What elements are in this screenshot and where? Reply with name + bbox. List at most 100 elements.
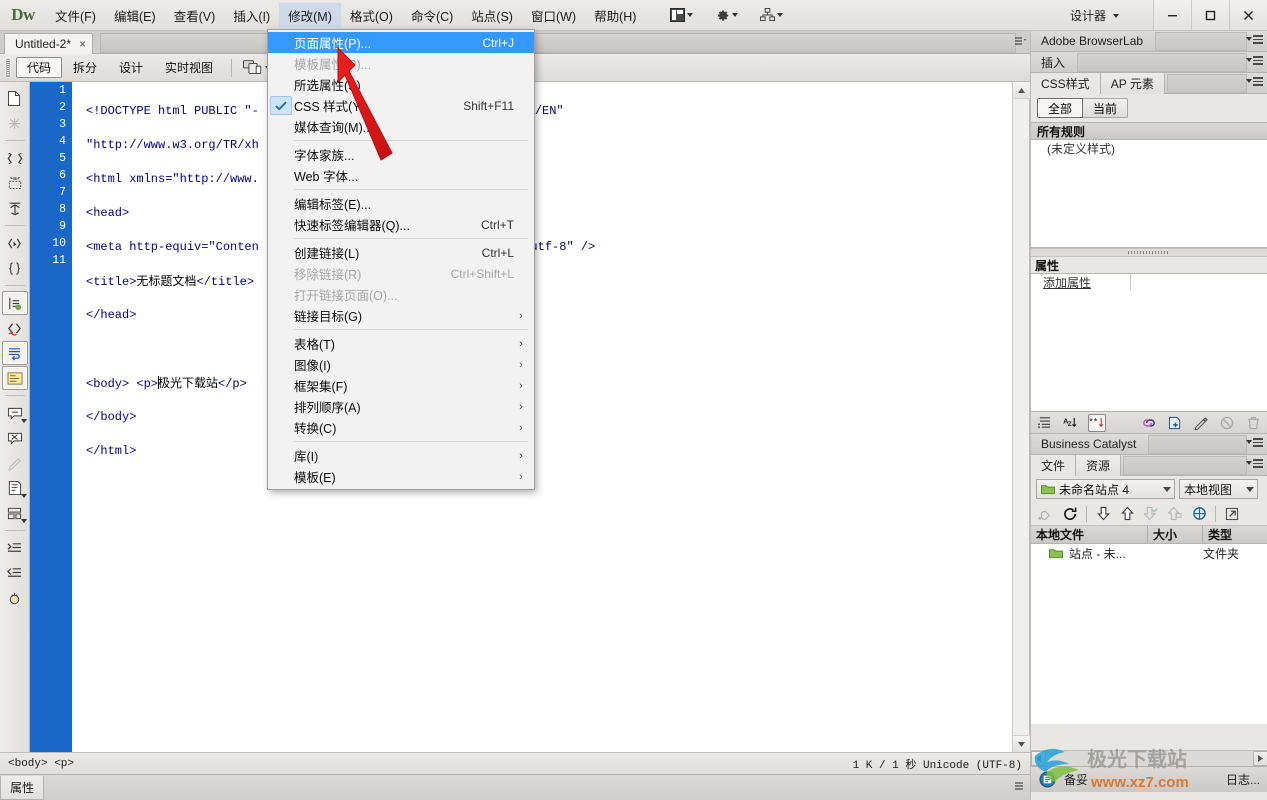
workspace-switcher[interactable]: 设计器: [1062, 4, 1127, 27]
layout-switcher-icon[interactable]: [667, 6, 696, 24]
menu-item[interactable]: 表格(T) ›: [268, 333, 534, 354]
attach-style-sheet-icon[interactable]: [1140, 414, 1158, 432]
line-numbers-icon[interactable]: [1, 291, 28, 315]
show-list-view-icon[interactable]: AZ: [1062, 414, 1080, 432]
column-size[interactable]: 大小: [1148, 526, 1203, 543]
menu-item[interactable]: 编辑标签(E)...: [268, 193, 534, 214]
put-files-icon[interactable]: [1117, 504, 1137, 524]
menu-item[interactable]: 字体家族...: [268, 144, 534, 165]
table-row[interactable]: 站点 - 未... 文件夹: [1031, 544, 1267, 562]
insert-panel-header[interactable]: 插入: [1031, 52, 1267, 73]
view-live[interactable]: 实时视图: [154, 57, 224, 78]
scroll-left-icon[interactable]: [1031, 751, 1046, 766]
get-files-icon[interactable]: [1093, 504, 1113, 524]
syntax-color-icon[interactable]: [1, 366, 28, 390]
close-icon[interactable]: ×: [79, 38, 86, 50]
menu-item[interactable]: 排列顺序(A) ›: [268, 396, 534, 417]
list-item[interactable]: (未定义样式): [1031, 140, 1267, 157]
show-set-properties-icon[interactable]: * *: [1088, 413, 1106, 432]
menu-item[interactable]: 媒体查询(M)...: [268, 116, 534, 137]
outdent-code-icon[interactable]: [2, 561, 28, 585]
synchronize-icon[interactable]: [1189, 504, 1209, 524]
log-link[interactable]: 日志...: [1226, 771, 1260, 788]
delete-rule-icon[interactable]: [1244, 414, 1262, 432]
panel-options-icon[interactable]: [1246, 438, 1263, 447]
business-catalyst-panel-header[interactable]: Business Catalyst: [1031, 434, 1267, 455]
wrap-tag-icon[interactable]: [2, 451, 28, 475]
minimize-button[interactable]: [1153, 0, 1191, 30]
menu-item[interactable]: 库(I) ›: [268, 445, 534, 466]
menu-item[interactable]: 框架集(F) ›: [268, 375, 534, 396]
move-css-rules-icon[interactable]: [2, 501, 28, 525]
menu-view[interactable]: 查看(V): [165, 3, 225, 28]
menu-item[interactable]: 链接目标(G) ›: [268, 305, 534, 326]
editor-vertical-scrollbar[interactable]: [1012, 82, 1030, 752]
menu-item[interactable]: 所选属性(S): [268, 74, 534, 95]
expand-selection-icon[interactable]: [2, 171, 28, 195]
add-property-link[interactable]: 添加属性: [1031, 274, 1131, 291]
tab-ap-elements[interactable]: AP 元素: [1100, 72, 1165, 94]
format-source-icon[interactable]: [2, 586, 28, 610]
indent-code-icon[interactable]: [2, 536, 28, 560]
toolbar-drag-handle[interactable]: [6, 58, 10, 77]
menu-item[interactable]: Web 字体...: [268, 165, 534, 186]
menu-help[interactable]: 帮助(H): [585, 3, 645, 28]
view-select[interactable]: 本地视图: [1179, 479, 1258, 499]
property-value-cell[interactable]: [1131, 274, 1267, 291]
code-text-area[interactable]: <!DOCTYPE html PUBLIC "-/EN" "http://www…: [72, 82, 1011, 752]
scroll-up-icon[interactable]: [1013, 82, 1030, 99]
check-out-icon[interactable]: [1141, 504, 1161, 524]
show-category-view-icon[interactable]: [1036, 414, 1054, 432]
view-split[interactable]: 拆分: [62, 57, 108, 78]
column-type[interactable]: 类型: [1203, 526, 1267, 543]
check-in-icon[interactable]: [1165, 504, 1185, 524]
menu-item[interactable]: 图像(I) ›: [268, 354, 534, 375]
file-name-cell[interactable]: 站点 - 未...: [1031, 545, 1148, 562]
apply-comment-icon[interactable]: [2, 401, 28, 425]
tabbar-options-icon[interactable]: [1015, 36, 1027, 50]
disable-rule-icon[interactable]: [1218, 414, 1236, 432]
modify-menu-dropdown[interactable]: 页面属性(P)... Ctrl+J 模板属性(P)... 所选属性(S) CSS 样式(…: [267, 29, 535, 490]
maximize-button[interactable]: [1191, 0, 1229, 30]
balance-braces-icon[interactable]: [2, 256, 28, 280]
view-code[interactable]: 代码: [16, 57, 63, 78]
browserlab-panel-header[interactable]: Adobe BrowserLab: [1031, 31, 1267, 52]
menu-insert[interactable]: 插入(I): [224, 3, 279, 28]
tab-css-styles[interactable]: CSS样式: [1031, 72, 1101, 94]
extend-gear-icon[interactable]: [712, 6, 741, 25]
menu-commands[interactable]: 命令(C): [402, 3, 462, 28]
collapse-selection-icon[interactable]: [2, 146, 28, 170]
menu-item[interactable]: 快速标签编辑器(Q)... Ctrl+T: [268, 214, 534, 235]
connect-to-remote-icon[interactable]: [1036, 504, 1056, 524]
menu-file[interactable]: 文件(F): [46, 3, 105, 28]
edit-rule-icon[interactable]: [1192, 414, 1210, 432]
scroll-right-icon[interactable]: [1253, 751, 1267, 766]
close-button[interactable]: [1229, 0, 1267, 30]
files-horizontal-scrollbar[interactable]: [1031, 750, 1267, 766]
panel-options-icon[interactable]: [1013, 781, 1025, 795]
menu-site[interactable]: 站点(S): [462, 3, 522, 28]
menu-item[interactable]: 创建链接(L) Ctrl+L: [268, 242, 534, 263]
tab-assets[interactable]: 资源: [1076, 454, 1122, 476]
menu-modify[interactable]: 修改(M): [279, 2, 341, 28]
remove-comment-icon[interactable]: [2, 426, 28, 450]
menu-format[interactable]: 格式(O): [341, 3, 402, 28]
recent-snippets-icon[interactable]: [2, 476, 28, 500]
properties-tab[interactable]: 属性: [0, 775, 45, 800]
files-list[interactable]: 站点 - 未... 文件夹: [1031, 544, 1267, 724]
refresh-icon[interactable]: [1060, 504, 1080, 524]
view-design[interactable]: 设计: [108, 57, 154, 78]
column-local-files[interactable]: 本地文件: [1031, 526, 1148, 543]
menu-item[interactable]: 页面属性(P)... Ctrl+J: [268, 32, 534, 53]
select-parent-tag-icon[interactable]: [2, 231, 28, 255]
open-documents-icon[interactable]: [2, 86, 28, 110]
css-rules-list[interactable]: (未定义样式): [1031, 140, 1267, 248]
site-sitemap-icon[interactable]: [757, 6, 786, 24]
css-scope-current[interactable]: 当前: [1083, 98, 1129, 118]
document-tab[interactable]: Untitled-2* ×: [4, 33, 94, 54]
site-select[interactable]: 未命名站点 4: [1036, 479, 1175, 499]
highlight-invalid-code-icon[interactable]: [2, 316, 28, 340]
menu-item[interactable]: 转换(C) ›: [268, 417, 534, 438]
new-css-rule-icon[interactable]: [1166, 414, 1184, 432]
menu-item[interactable]: CSS 样式(Y) Shift+F11: [268, 95, 534, 116]
